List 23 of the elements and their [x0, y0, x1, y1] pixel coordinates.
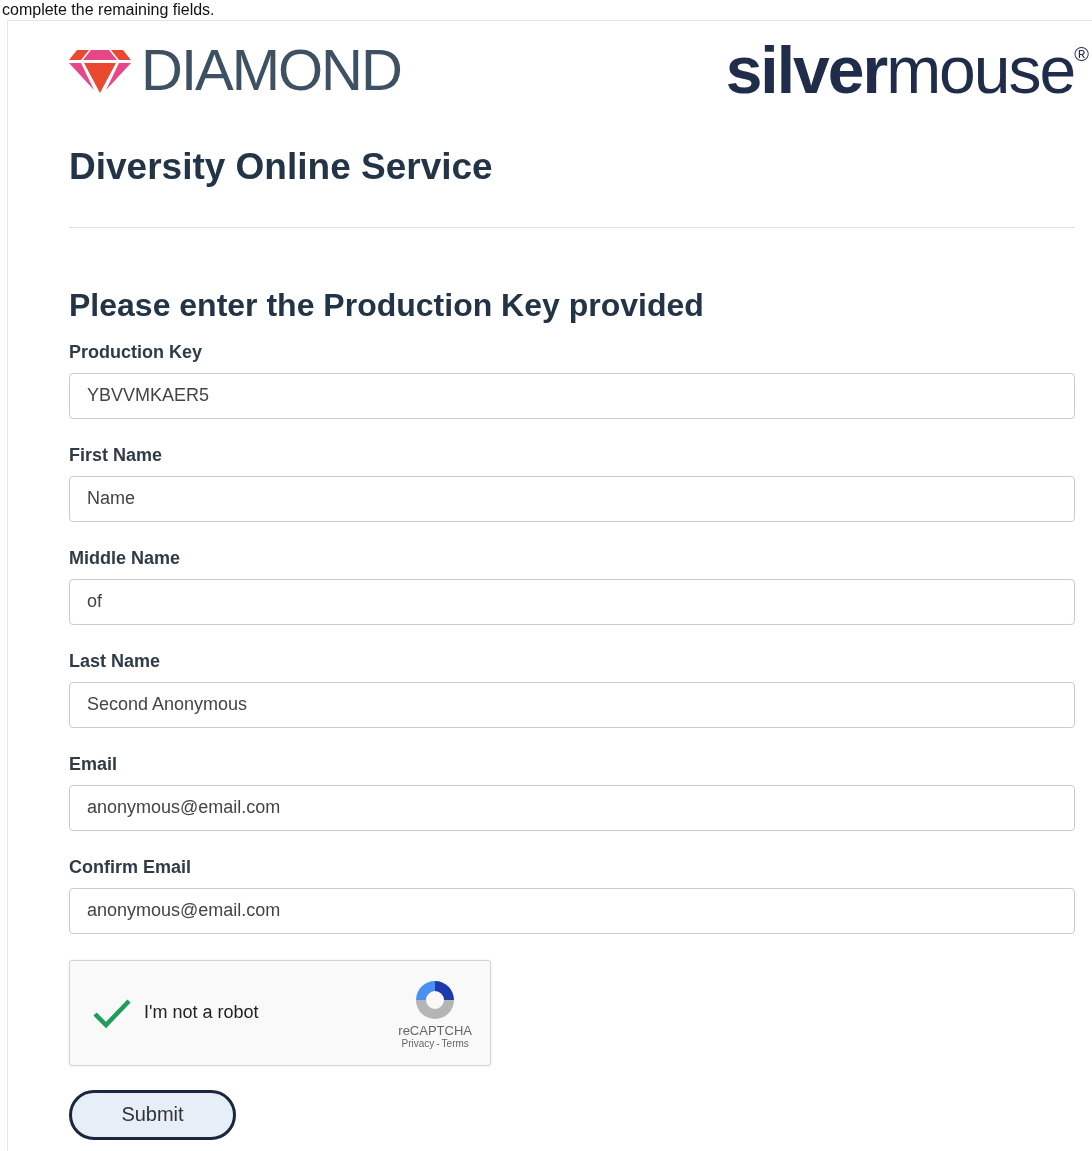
field-label: Confirm Email [69, 856, 193, 878]
field-label: Production Key [69, 341, 203, 363]
captcha-label: I'm not a robot [144, 1002, 260, 1024]
separator-text: - [436, 1037, 440, 1049]
logo-text: silvermouse$^{®}$ [725, 37, 1087, 103]
privacy-link[interactable]: Privacy [401, 1037, 435, 1049]
captcha-brand: reCAPTCHA [398, 1022, 472, 1038]
input-field[interactable]: anonymous@email.com [69, 887, 1075, 934]
input-field[interactable]: Second Anonymous [69, 681, 1075, 728]
field-label: Email [69, 753, 119, 775]
field-label: First Name [69, 444, 164, 466]
logo-text: DIAMOND [141, 41, 401, 99]
intro-text: complete the remaining fields. [1, 0, 215, 20]
input-field[interactable]: Name [69, 475, 1075, 522]
submit-button[interactable]: Submit [69, 1089, 236, 1140]
page-title: Diversity Online Service [69, 145, 494, 189]
input-field[interactable]: of [69, 578, 1075, 625]
terms-link[interactable]: Terms [441, 1037, 469, 1049]
input-field[interactable]: anonymous@email.com [69, 784, 1075, 831]
field-label: Middle Name [69, 547, 182, 569]
section-heading: Please enter the Production Key provided [69, 288, 705, 324]
field-label: Last Name [69, 650, 162, 672]
input-field[interactable]: YBVVMKAER5 [69, 372, 1075, 419]
